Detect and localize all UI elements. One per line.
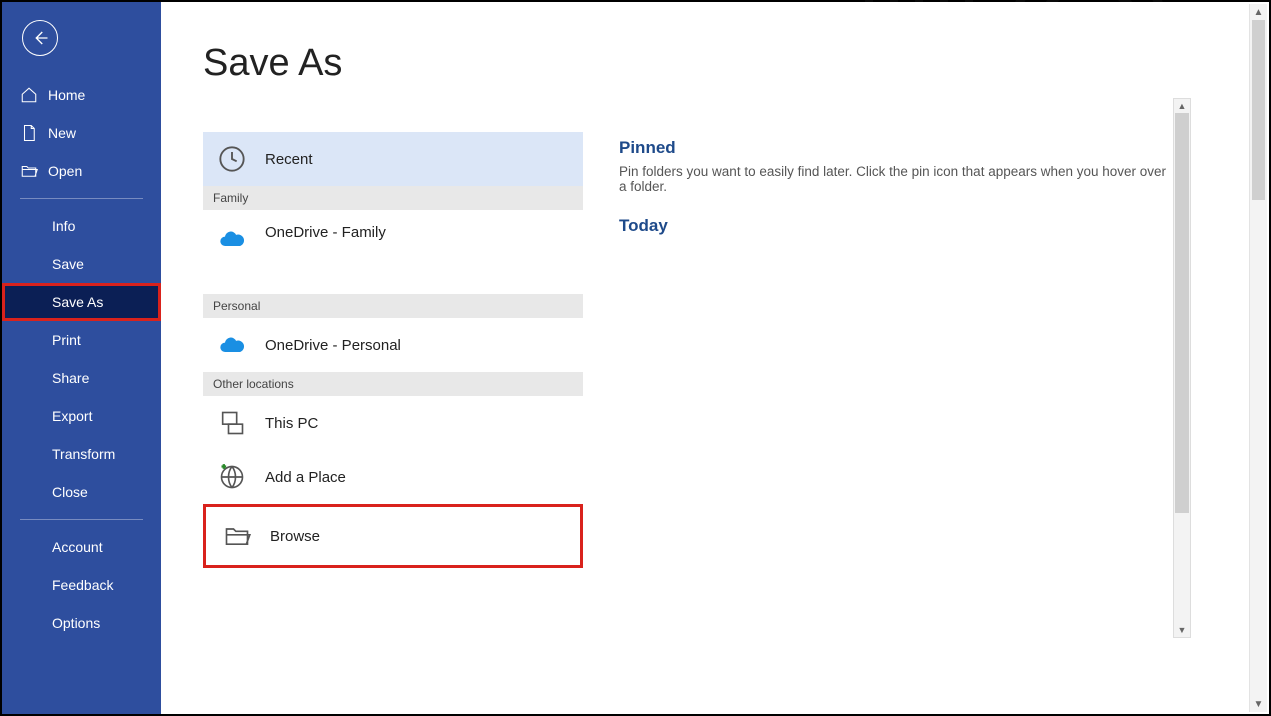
sidebar-account[interactable]: Account — [2, 528, 161, 566]
location-browse-label: Browse — [270, 528, 320, 545]
sidebar-info[interactable]: Info — [2, 207, 161, 245]
recent-folders-column: Pinned Pin folders you want to easily fi… — [619, 138, 1269, 714]
inner-scroll-thumb[interactable] — [1175, 113, 1189, 513]
location-add-place-label: Add a Place — [265, 469, 346, 486]
home-icon — [20, 86, 38, 104]
sidebar-home-label: Home — [48, 87, 85, 103]
sidebar-new[interactable]: New — [2, 114, 161, 152]
locations-column: Recent Family OneDrive - Family Personal… — [203, 132, 583, 714]
sidebar-open[interactable]: Open — [2, 152, 161, 190]
today-heading: Today — [619, 216, 1169, 236]
globe-plus-icon — [217, 462, 247, 492]
location-this-pc-label: This PC — [265, 415, 318, 432]
main-content: Save As Recent Family OneDrive - Family … — [161, 2, 1269, 714]
sidebar-options[interactable]: Options — [2, 604, 161, 642]
page-title: Save As — [203, 42, 342, 85]
pinned-description: Pin folders you want to easily find late… — [619, 164, 1169, 194]
document-icon — [20, 124, 38, 142]
location-onedrive-personal[interactable]: OneDrive - Personal — [203, 318, 583, 372]
location-browse[interactable]: Browse — [208, 509, 578, 563]
locations-other-header: Other locations — [203, 372, 583, 396]
sidebar-print[interactable]: Print — [2, 321, 161, 359]
outer-scrollbar[interactable]: ▲ ▼ — [1249, 4, 1267, 712]
sidebar-save[interactable]: Save — [2, 245, 161, 283]
folder-icon — [222, 521, 252, 551]
location-this-pc[interactable]: This PC — [203, 396, 583, 450]
browse-highlight: Browse — [203, 504, 583, 568]
clock-icon — [217, 144, 247, 174]
scroll-up-arrow-icon[interactable]: ▲ — [1174, 99, 1190, 113]
pc-icon — [217, 408, 247, 438]
locations-family-header: Family — [203, 186, 583, 210]
sidebar-home[interactable]: Home — [2, 76, 161, 114]
sidebar-divider-1 — [20, 198, 143, 199]
sidebar-save-as[interactable]: Save As — [2, 283, 161, 321]
sidebar-divider-2 — [20, 519, 143, 520]
sidebar-close[interactable]: Close — [2, 473, 161, 511]
sidebar-new-label: New — [48, 125, 76, 141]
back-button[interactable] — [22, 20, 58, 56]
folder-open-icon — [20, 162, 38, 180]
scroll-down-arrow-icon[interactable]: ▼ — [1250, 696, 1267, 712]
inner-scrollbar[interactable]: ▲ ▼ — [1173, 98, 1191, 638]
sidebar-transform[interactable]: Transform — [2, 435, 161, 473]
outer-scroll-thumb[interactable] — [1252, 20, 1265, 200]
location-recent[interactable]: Recent — [203, 132, 583, 186]
location-recent-label: Recent — [265, 151, 313, 168]
app-window: Document5 - Word Mauro H. ☺ ☹ ? – ▢ ✕ Ho… — [0, 0, 1271, 716]
scroll-down-arrow-icon[interactable]: ▼ — [1174, 623, 1190, 637]
sidebar-feedback[interactable]: Feedback — [2, 566, 161, 604]
pinned-heading: Pinned — [619, 138, 1169, 158]
cloud-icon — [217, 224, 247, 254]
sidebar-open-label: Open — [48, 163, 82, 179]
backstage-sidebar: Home New Open Info Save Save As Print Sh… — [2, 2, 161, 714]
sidebar-export[interactable]: Export — [2, 397, 161, 435]
cloud-icon — [217, 330, 247, 360]
sidebar-share[interactable]: Share — [2, 359, 161, 397]
location-onedrive-family-label: OneDrive - Family — [265, 224, 386, 241]
locations-personal-header: Personal — [203, 294, 583, 318]
location-onedrive-family[interactable]: OneDrive - Family — [203, 210, 583, 294]
arrow-left-icon — [31, 29, 49, 47]
scroll-up-arrow-icon[interactable]: ▲ — [1250, 4, 1267, 20]
location-add-place[interactable]: Add a Place — [203, 450, 583, 504]
location-onedrive-personal-label: OneDrive - Personal — [265, 337, 401, 354]
